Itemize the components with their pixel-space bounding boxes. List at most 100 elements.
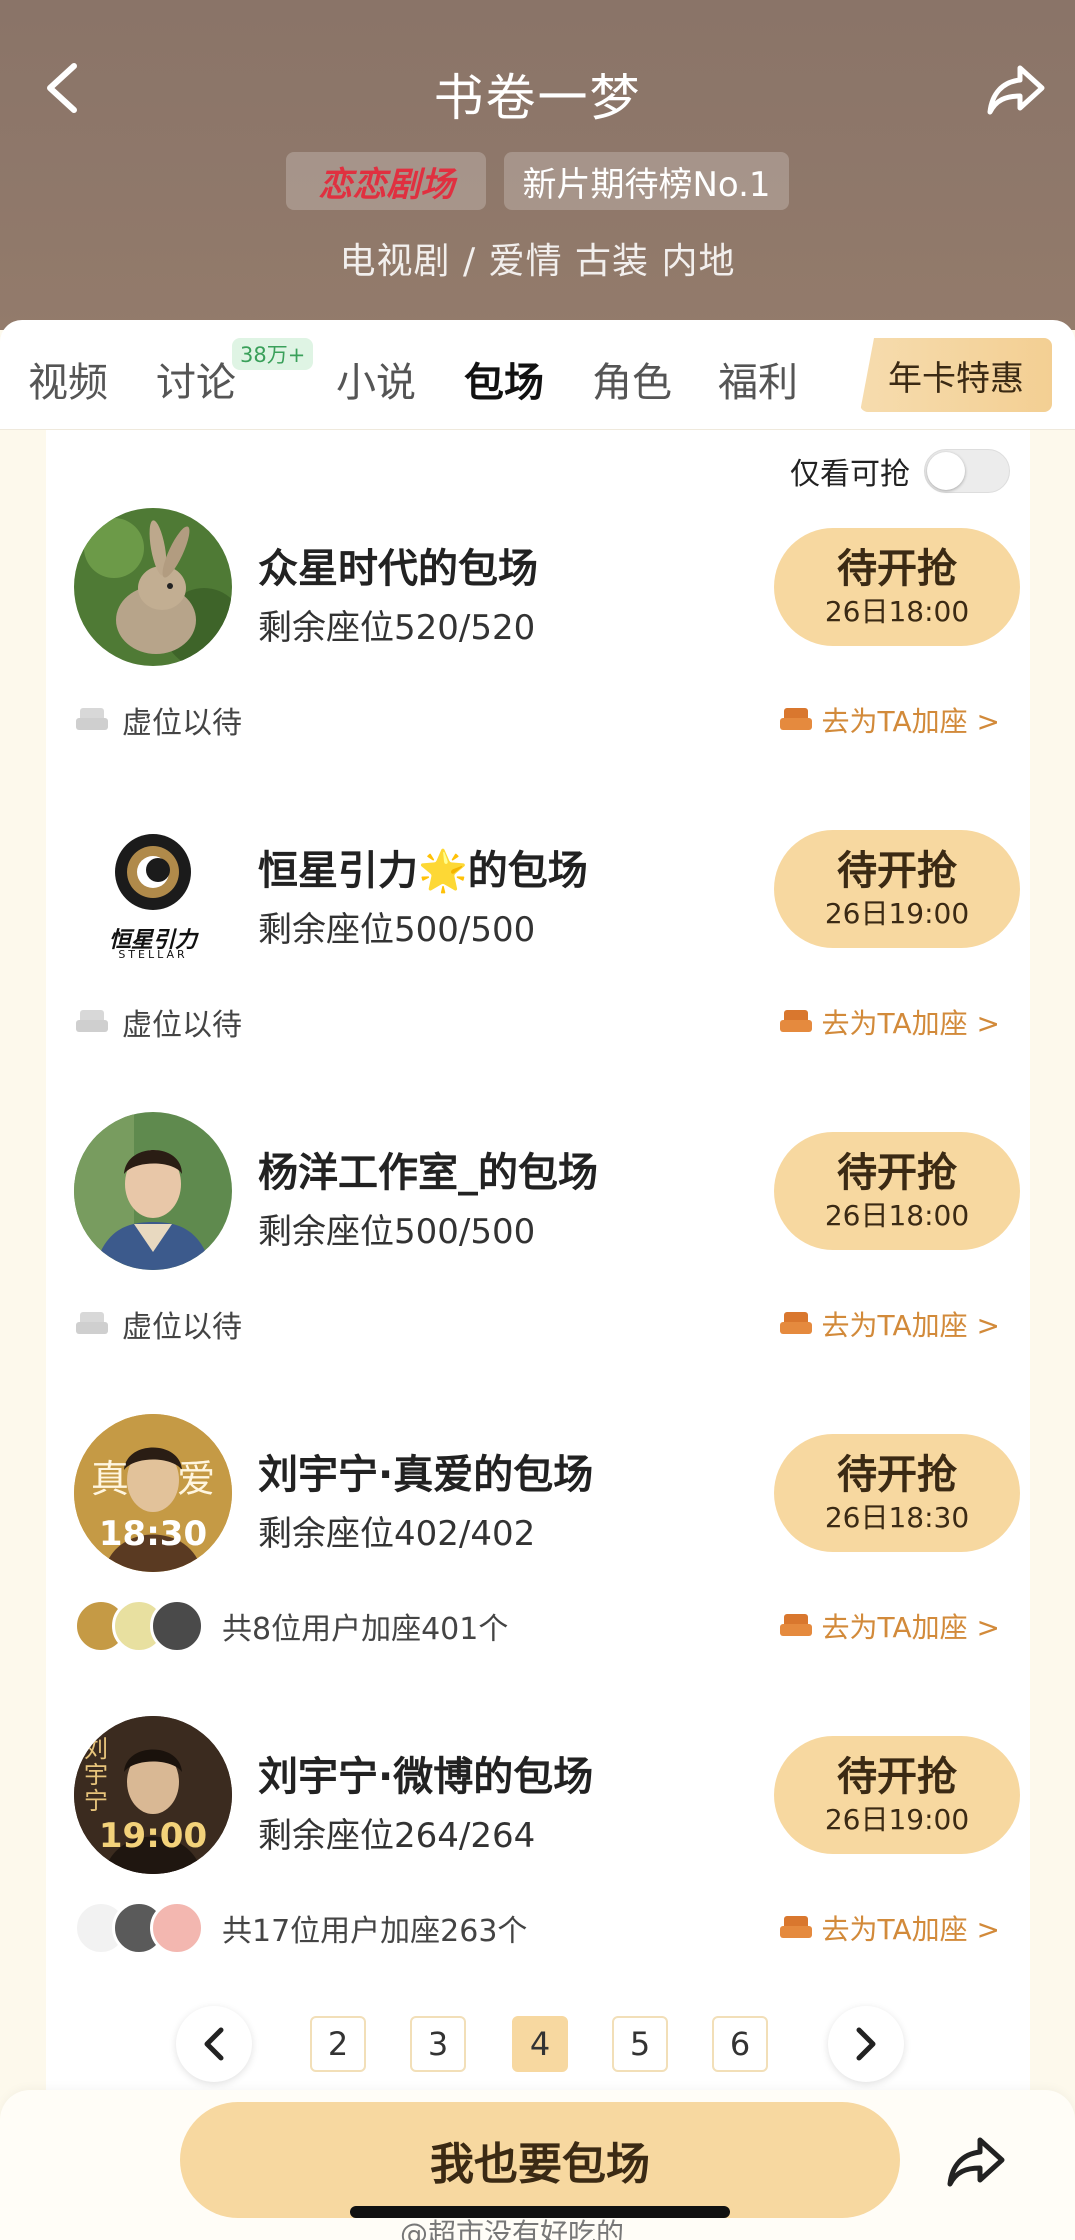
create-screening-button[interactable]: 我也要包场 bbox=[180, 2102, 900, 2218]
add-seat-link[interactable]: 去为TA加座 > bbox=[778, 1906, 1000, 1950]
grab-button[interactable]: 待开抢 26日18:30 bbox=[774, 1434, 1020, 1552]
sofa-icon bbox=[779, 1010, 812, 1032]
add-seat-link[interactable]: 去为TA加座 > bbox=[778, 698, 1000, 742]
screening-card[interactable]: 众星时代的包场 剩余座位520/520 待开抢 26日18:00 虚位以待 去为… bbox=[46, 508, 1030, 808]
sofa-icon bbox=[779, 1916, 812, 1938]
user-avatar-stack[interactable] bbox=[74, 1599, 204, 1653]
joined-users-text: 共17位用户加座263个 bbox=[222, 1914, 528, 1949]
add-seat-link[interactable]: 去为TA加座 > bbox=[778, 1302, 1000, 1346]
tab-screenings[interactable]: 包场 bbox=[464, 350, 544, 408]
seats-remaining: 剩余座位520/520 bbox=[258, 608, 536, 648]
pagination: 2 3 4 5 6 bbox=[46, 2006, 1030, 2082]
avatar bbox=[150, 1599, 204, 1653]
seats-remaining: 剩余座位402/402 bbox=[258, 1514, 536, 1554]
grab-status: 待开抢 bbox=[837, 1754, 957, 1800]
poster-time: 18:30 bbox=[98, 1514, 208, 1554]
grab-status: 待开抢 bbox=[837, 848, 957, 894]
seats-remaining: 剩余座位500/500 bbox=[258, 1212, 536, 1252]
sofa-icon bbox=[779, 1614, 812, 1636]
card-title: 众星时代的包场 bbox=[258, 546, 538, 592]
user-avatar-stack[interactable] bbox=[74, 1901, 204, 1955]
seat-icon bbox=[76, 708, 108, 730]
add-seat-text: 去为TA加座 > bbox=[821, 1007, 1000, 1040]
tab-benefits[interactable]: 福利 bbox=[718, 350, 798, 408]
grab-status: 待开抢 bbox=[837, 1452, 957, 1498]
grab-button[interactable]: 待开抢 26日19:00 bbox=[774, 830, 1020, 948]
page-number-current[interactable]: 4 bbox=[512, 2016, 568, 2072]
share-icon[interactable] bbox=[944, 2130, 1008, 2194]
discussion-count-badge: 38万+ bbox=[232, 338, 314, 370]
screening-card[interactable]: 恒星引力 STELLAR 恒星引力🌟的包场 剩余座位500/500 待开抢 26… bbox=[46, 810, 1030, 1110]
sofa-icon bbox=[779, 1312, 812, 1334]
prev-page-button[interactable] bbox=[176, 2006, 252, 2082]
seat-status-text: 虚位以待 bbox=[122, 1008, 242, 1043]
annual-card-promo-tab[interactable]: 年卡特惠 bbox=[860, 338, 1052, 412]
page-number[interactable]: 2 bbox=[310, 2016, 366, 2072]
screening-list: 仅看可抢 众星时代的包场 剩余座位520/520 待开抢 26日18:00 虚位… bbox=[46, 430, 1030, 2090]
card-title: 杨洋工作室_的包场 bbox=[258, 1150, 598, 1196]
seat-status: 虚位以待 bbox=[74, 698, 242, 742]
page-number[interactable]: 3 bbox=[410, 2016, 466, 2072]
grab-button[interactable]: 待开抢 26日18:00 bbox=[774, 1132, 1020, 1250]
genre-line: 电视剧 / 爱情 古装 内地 bbox=[339, 241, 736, 282]
seat-status: 虚位以待 bbox=[74, 1302, 242, 1346]
seat-status-text: 虚位以待 bbox=[122, 1310, 242, 1345]
add-seat-text: 去为TA加座 > bbox=[821, 1309, 1000, 1342]
joined-users: 共8位用户加座401个 bbox=[74, 1599, 508, 1653]
next-page-button[interactable] bbox=[828, 2006, 904, 2082]
page-number[interactable]: 6 bbox=[712, 2016, 768, 2072]
seats-remaining: 剩余座位500/500 bbox=[258, 910, 536, 950]
rank-badge[interactable]: 新片期待榜No.1 bbox=[504, 152, 789, 210]
card-title: 刘宇宁·真爱的包场 bbox=[258, 1452, 594, 1498]
share-icon[interactable] bbox=[984, 58, 1048, 122]
grab-time: 26日18:00 bbox=[824, 595, 970, 628]
seat-icon bbox=[76, 1312, 108, 1334]
tab-novel[interactable]: 小说 bbox=[336, 350, 416, 408]
avatar-poster-1900: 刘宇宁 19:00 bbox=[74, 1716, 232, 1874]
grab-status: 待开抢 bbox=[837, 546, 957, 592]
tab-video[interactable]: 视频 bbox=[28, 350, 108, 408]
add-seat-link[interactable]: 去为TA加座 > bbox=[778, 1604, 1000, 1648]
avatar-stellar-logo: 恒星引力 STELLAR bbox=[74, 810, 232, 968]
screening-card[interactable]: 真 爱 18:30 刘宇宁·真爱的包场 剩余座位402/402 待开抢 26日1… bbox=[46, 1414, 1030, 1714]
sofa-icon bbox=[779, 708, 812, 730]
badge-row: 恋恋剧场 新片期待榜No.1 bbox=[0, 152, 1075, 210]
seat-icon bbox=[76, 1010, 108, 1032]
tab-characters[interactable]: 角色 bbox=[592, 350, 672, 408]
watermark: @超市没有好吃的 bbox=[400, 2217, 625, 2240]
avatar-studio-photo bbox=[74, 1112, 232, 1270]
filter-toggle[interactable] bbox=[924, 449, 1010, 493]
add-seat-text: 去为TA加座 > bbox=[821, 1913, 1000, 1946]
seat-status: 虚位以待 bbox=[74, 1000, 242, 1044]
poster-caption: 刘宇宁 bbox=[84, 1735, 108, 1815]
card-title: 恒星引力🌟的包场 bbox=[258, 848, 588, 894]
filter-label: 仅看可抢 bbox=[790, 457, 910, 492]
avatar-poster-1830: 真 爱 18:30 bbox=[74, 1414, 232, 1572]
joined-users: 共17位用户加座263个 bbox=[74, 1901, 528, 1955]
screening-card[interactable]: 杨洋工作室_的包场 剩余座位500/500 待开抢 26日18:00 虚位以待 … bbox=[46, 1112, 1030, 1412]
grab-time: 26日18:30 bbox=[824, 1501, 970, 1534]
toggle-knob bbox=[927, 452, 965, 490]
grab-button[interactable]: 待开抢 26日18:00 bbox=[774, 528, 1020, 646]
avatar bbox=[150, 1901, 204, 1955]
grab-button[interactable]: 待开抢 26日19:00 bbox=[774, 1736, 1020, 1854]
chevron-left-icon bbox=[204, 2027, 224, 2061]
add-seat-text: 去为TA加座 > bbox=[821, 1611, 1000, 1644]
header: 书卷一梦 恋恋剧场 新片期待榜No.1 电视剧 / 爱情 古装 内地 bbox=[0, 0, 1075, 330]
avatar-rabbit bbox=[74, 508, 232, 666]
theater-logo[interactable]: 恋恋剧场 bbox=[286, 152, 487, 210]
seats-remaining: 剩余座位264/264 bbox=[258, 1816, 536, 1856]
poster-time: 19:00 bbox=[98, 1816, 208, 1856]
add-seat-link[interactable]: 去为TA加座 > bbox=[778, 1000, 1000, 1044]
screening-card[interactable]: 刘宇宁 19:00 刘宇宁·微博的包场 剩余座位264/264 待开抢 26日1… bbox=[46, 1716, 1030, 2016]
add-seat-text: 去为TA加座 > bbox=[821, 705, 1000, 738]
filter-available: 仅看可抢 bbox=[790, 448, 1010, 494]
tab-discussion[interactable]: 讨论 bbox=[156, 350, 236, 408]
chevron-right-icon bbox=[856, 2027, 876, 2061]
poster-caption: 真 爱 bbox=[90, 1457, 216, 1501]
page-number[interactable]: 5 bbox=[612, 2016, 668, 2072]
grab-time: 26日18:00 bbox=[824, 1199, 970, 1232]
card-title: 刘宇宁·微博的包场 bbox=[258, 1754, 594, 1800]
seat-status-text: 虚位以待 bbox=[122, 706, 242, 741]
stellar-logo-en: STELLAR bbox=[118, 948, 188, 961]
